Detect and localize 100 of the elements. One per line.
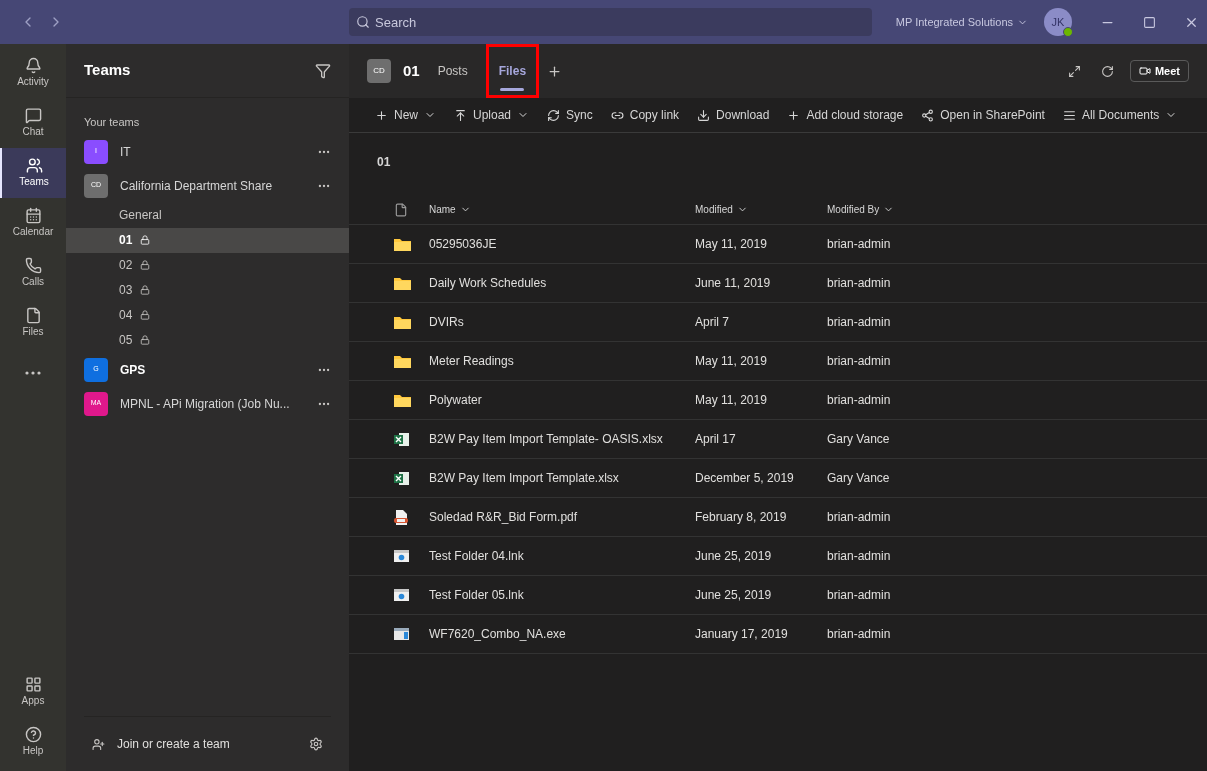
- file-icon: [24, 307, 42, 324]
- file-row[interactable]: DVIRs April 7 brian-admin: [349, 303, 1207, 342]
- expand-icon[interactable]: [1067, 64, 1081, 78]
- file-row[interactable]: B2W Pay Item Import Template.xlsx December 5, 2019 Gary Vance: [349, 459, 1207, 498]
- modified-by: brian-admin: [827, 509, 891, 526]
- share-icon: [921, 108, 935, 122]
- chat-icon: [24, 107, 42, 124]
- toolbar-button[interactable]: All Documents: [1062, 106, 1178, 124]
- rail-item[interactable]: Chat: [0, 98, 66, 148]
- file-name[interactable]: 05295036JE: [429, 235, 695, 253]
- upload-icon: [454, 108, 467, 122]
- file-row[interactable]: Polywater May 11, 2019 brian-admin: [349, 381, 1207, 420]
- file-name[interactable]: Soledad R&R_Bid Form.pdf: [429, 508, 695, 526]
- file-row[interactable]: Test Folder 04.lnk June 25, 2019 brian-admin: [349, 537, 1207, 576]
- add-tab-icon[interactable]: [547, 63, 563, 79]
- channel-item[interactable]: 02: [66, 252, 349, 278]
- toolbar-button[interactable]: Open in SharePoint: [921, 106, 1045, 124]
- sync-icon: [547, 108, 561, 122]
- team-name: GPS: [120, 361, 147, 379]
- toolbar-button[interactable]: Download: [697, 106, 770, 124]
- toolbar-button[interactable]: Sync: [547, 106, 593, 124]
- folder-icon: [394, 354, 411, 368]
- more-icon: [25, 371, 41, 375]
- file-row[interactable]: Test Folder 05.lnk June 25, 2019 brian-admin: [349, 576, 1207, 615]
- toolbar-button[interactable]: Copy link: [610, 106, 680, 124]
- rail-item[interactable]: Files: [0, 298, 66, 348]
- settings-icon[interactable]: [309, 737, 323, 751]
- plus-icon: [787, 108, 801, 122]
- download-icon: [697, 108, 711, 122]
- modified-by: brian-admin: [827, 626, 891, 643]
- rail-item[interactable]: Calendar: [0, 198, 66, 248]
- shortcut-icon: [394, 589, 409, 601]
- toolbar-button[interactable]: New: [375, 106, 436, 124]
- file-row[interactable]: Soledad R&R_Bid Form.pdf February 8, 2019 brian-admin: [349, 498, 1207, 537]
- join-team-button[interactable]: Join or create a team: [92, 735, 230, 753]
- modified-date: January 17, 2019: [695, 626, 789, 643]
- file-row[interactable]: WF7620_Combo_NA.exe January 17, 2019 brian-admin: [349, 615, 1207, 654]
- rail-item[interactable]: Teams: [0, 148, 66, 198]
- video-camera-icon: [1138, 65, 1151, 77]
- file-row[interactable]: 05295036JE May 11, 2019 brian-admin: [349, 225, 1207, 264]
- modified-by: brian-admin: [827, 236, 891, 253]
- column-header[interactable]: Modified: [695, 202, 827, 217]
- search-field[interactable]: Search: [349, 8, 872, 36]
- channel-tab[interactable]: Files: [485, 44, 540, 98]
- refresh-icon[interactable]: [1100, 64, 1114, 78]
- modified-by: brian-admin: [827, 548, 891, 565]
- team-name: IT: [120, 143, 132, 161]
- channel-tab[interactable]: Posts: [427, 44, 478, 98]
- file-name[interactable]: WF7620_Combo_NA.exe: [429, 625, 695, 643]
- program-icon: [394, 628, 409, 640]
- file-row[interactable]: B2W Pay Item Import Template- OASIS.xlsx April 17 Gary Vance: [349, 420, 1207, 459]
- shortcut-icon: [394, 550, 409, 562]
- toolbar-button[interactable]: Add cloud storage: [787, 106, 904, 124]
- file-row[interactable]: Meter Readings May 11, 2019 brian-admin: [349, 342, 1207, 381]
- plus-icon: [375, 108, 388, 122]
- modified-by: brian-admin: [827, 275, 891, 292]
- rail-item[interactable]: Activity: [0, 48, 66, 98]
- rail-item[interactable]: Help: [0, 717, 66, 767]
- file-name[interactable]: Meter Readings: [429, 352, 695, 370]
- modified-by: brian-admin: [827, 353, 891, 370]
- file-name[interactable]: DVIRs: [429, 313, 695, 331]
- channel-item[interactable]: General: [66, 202, 349, 228]
- tab-underline: [500, 88, 525, 91]
- modified-date: June 25, 2019: [695, 548, 773, 565]
- file-name[interactable]: Polywater: [429, 391, 695, 409]
- file-type-icon: [394, 202, 408, 217]
- rail-item[interactable]: Calls: [0, 248, 66, 298]
- meet-button[interactable]: Meet: [1129, 60, 1189, 82]
- search-icon: [356, 15, 370, 29]
- file-row[interactable]: Daily Work Schedules June 11, 2019 brian-admin: [349, 264, 1207, 303]
- column-header[interactable]: Modified By: [827, 202, 895, 217]
- people-icon: [25, 157, 43, 174]
- column-header[interactable]: Name: [429, 202, 695, 217]
- file-name[interactable]: B2W Pay Item Import Template.xlsx: [429, 469, 695, 487]
- panel-title: Teams: [84, 60, 131, 81]
- file-name[interactable]: Daily Work Schedules: [429, 274, 695, 292]
- toolbar-button[interactable]: Upload: [454, 106, 530, 124]
- organization-switcher[interactable]: MP Integrated Solutions: [895, 13, 1028, 31]
- modified-date: June 25, 2019: [695, 587, 773, 604]
- user-avatar[interactable]: JK: [1044, 8, 1072, 36]
- section-label: Your teams: [83, 115, 141, 130]
- pdf-icon: [394, 509, 408, 525]
- modified-by: Gary Vance: [827, 470, 890, 487]
- channel-item[interactable]: 03: [66, 277, 349, 303]
- file-name[interactable]: Test Folder 04.lnk: [429, 547, 695, 565]
- file-name[interactable]: Test Folder 05.lnk: [429, 586, 695, 604]
- filter-icon[interactable]: [315, 62, 331, 79]
- modified-by: Gary Vance: [827, 431, 890, 448]
- maximize-icon[interactable]: [1143, 15, 1156, 29]
- modified-by: brian-admin: [827, 392, 891, 409]
- channel-item[interactable]: 01: [66, 227, 349, 253]
- channel-item[interactable]: 05: [66, 327, 349, 353]
- channel-item[interactable]: 04: [66, 302, 349, 328]
- folder-icon: [394, 276, 411, 290]
- file-name[interactable]: B2W Pay Item Import Template- OASIS.xlsx: [429, 430, 695, 448]
- folder-title: 01: [376, 154, 392, 171]
- modified-by: brian-admin: [827, 314, 891, 331]
- add-people-icon: [92, 737, 105, 751]
- rail-item[interactable]: Apps: [0, 667, 66, 717]
- channel-avatar: CD: [367, 59, 391, 83]
